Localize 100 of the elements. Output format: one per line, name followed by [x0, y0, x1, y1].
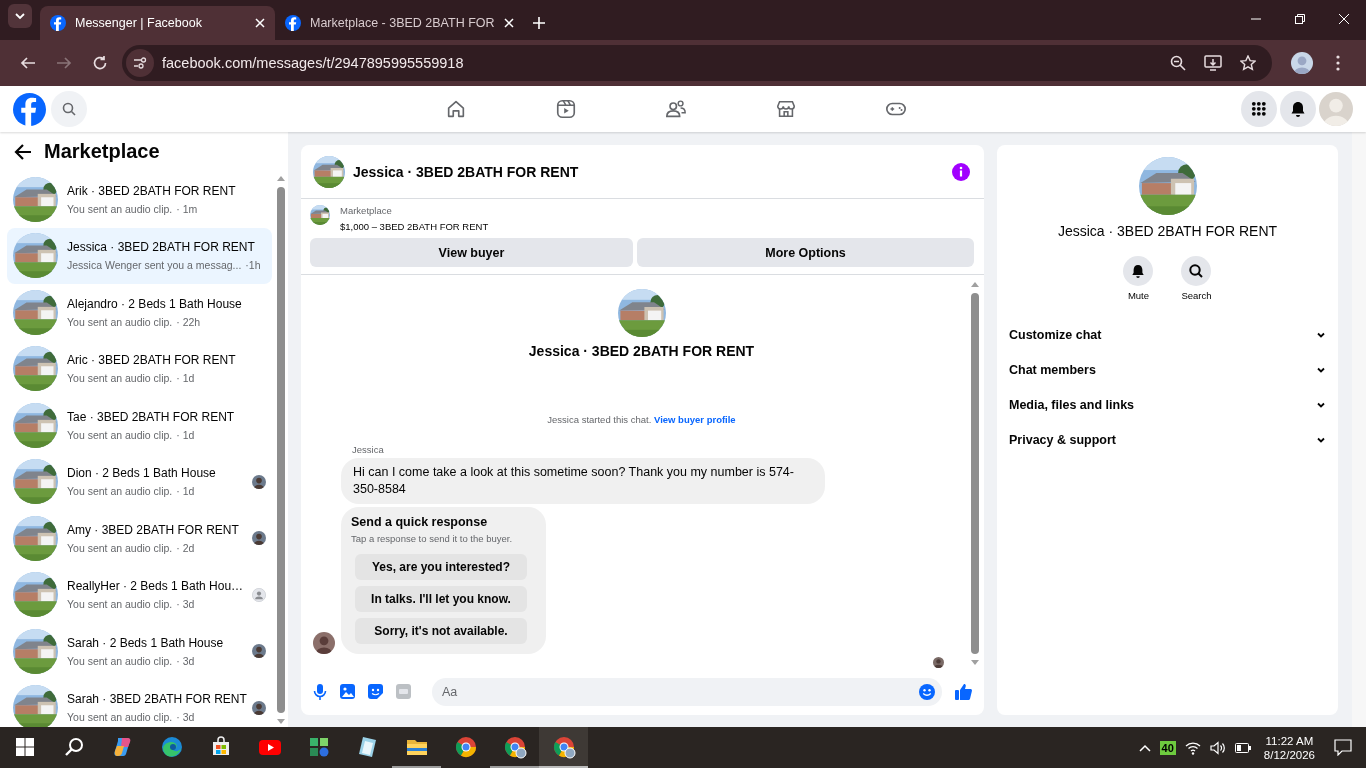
video-icon[interactable] — [555, 98, 577, 120]
emoji-icon[interactable] — [919, 683, 935, 700]
quick-reply-button[interactable]: In talks. I'll let you know. — [355, 586, 527, 612]
conversation-title: Sarah · 2 Beds 1 Bath House — [67, 635, 225, 651]
microphone-icon[interactable] — [313, 683, 327, 700]
chat-notice: Jessica started this chat. View buyer profile — [547, 414, 736, 425]
conversation-title: Arik · 3BED 2BATH FOR RENT — [67, 183, 237, 199]
clock-date[interactable]: 8/12/2026 — [1263, 748, 1315, 761]
close-icon[interactable] — [255, 18, 265, 28]
star-icon[interactable] — [1240, 55, 1256, 71]
message-field[interactable]: Aa — [432, 677, 942, 706]
search-icon — [63, 736, 84, 757]
site-settings-icon[interactable] — [133, 56, 147, 70]
home-icon[interactable] — [445, 98, 467, 120]
browser-icon — [453, 734, 478, 759]
conversation-title: Alejandro · 2 Beds 1 Bath House — [67, 296, 243, 312]
conversation-title: ReallyHer · 2 Beds 1 Bath Hou… — [67, 579, 243, 595]
message-preview: You sent an audio clip. — [67, 202, 173, 215]
zoom-icon[interactable] — [1170, 55, 1186, 71]
timestamp: · 3d — [176, 598, 195, 611]
friends-icon[interactable] — [665, 98, 687, 120]
thumbs-up-icon[interactable] — [955, 683, 972, 700]
wifi-icon[interactable] — [1184, 740, 1201, 755]
store-icon[interactable] — [775, 98, 797, 120]
notifications-button[interactable] — [1280, 91, 1316, 127]
conversation-item[interactable]: Amy · 3BED 2BATH FOR RENT You sent an audio clip. · 2d — [7, 510, 272, 567]
chat-title: Jessica · 3BED 2BATH FOR RENT — [353, 163, 580, 180]
clock-time[interactable]: 11:22 AM — [1265, 734, 1314, 747]
conversation-name: Jessica · 3BED 2BATH FOR RENT — [528, 343, 755, 359]
reload-icon[interactable] — [92, 55, 108, 71]
scrollbar[interactable] — [1352, 132, 1366, 727]
browser-icon — [502, 734, 527, 759]
quick-reply-button[interactable]: Yes, are you interested? — [355, 554, 527, 580]
conversation-item[interactable]: Dion · 2 Beds 1 Bath House You sent an audio clip. · 1d — [7, 453, 272, 510]
message-preview: You sent an audio clip. — [67, 315, 173, 328]
battery-icon[interactable] — [1234, 742, 1251, 753]
timestamp: · 3d — [176, 711, 195, 724]
taskbar-button[interactable] — [539, 727, 588, 768]
browser-tab[interactable]: Messenger | Facebook — [40, 6, 275, 40]
address-bar[interactable]: facebook.com/messages/t/2947895995559918 — [122, 45, 1272, 81]
conversation-title: Jessica · 3BED 2BATH FOR RENT — [67, 240, 256, 256]
message-preview: You sent an audio clip. — [67, 485, 173, 498]
sidebar-title: Marketplace — [44, 140, 160, 163]
battery-badge: 40 — [1159, 740, 1176, 755]
timestamp: · 1d — [176, 428, 195, 441]
conversation-title: Dion · 2 Beds 1 Bath House — [67, 466, 217, 482]
scrollbar-thumb[interactable] — [277, 187, 285, 713]
conversation-item[interactable]: Aric · 3BED 2BATH FOR RENT You sent an audio clip. · 1d — [7, 340, 272, 397]
timestamp: · 22h — [176, 315, 201, 328]
close-icon[interactable] — [503, 18, 514, 28]
notification-icon[interactable] — [1334, 739, 1352, 756]
message-bubble: Hi can I come take a look at this sometime soon? Thank you my number is 574-350-8584 — [341, 458, 825, 504]
volume-icon[interactable] — [1209, 740, 1226, 755]
accordion-row[interactable]: Customize chat — [1009, 317, 1326, 352]
action-button[interactable]: More Options — [637, 238, 974, 267]
logo-icon[interactable] — [285, 15, 301, 31]
browser-tab[interactable]: Marketplace - 3BED 2BATH FOR — [275, 6, 524, 40]
quick-response-title: Send a quick response — [351, 515, 489, 529]
timestamp: · 3d — [176, 654, 195, 667]
scroll-up-icon[interactable] — [970, 281, 980, 287]
search-icon — [62, 102, 76, 116]
scroll-up-icon[interactable] — [276, 175, 286, 181]
conversation-title: Amy · 3BED 2BATH FOR RENT — [67, 522, 240, 538]
conversation-item[interactable]: ReallyHer · 2 Beds 1 Bath Hou… You sent an audio clip. · 3d — [7, 566, 272, 623]
menu-button[interactable] — [1241, 91, 1277, 127]
buyer-profile-link[interactable]: View buyer profile — [654, 414, 736, 425]
accordion-row[interactable]: Chat members — [1009, 352, 1326, 387]
conversation-item[interactable]: Sarah · 2 Beds 1 Bath House You sent an audio clip. · 3d — [7, 623, 272, 680]
info-icon[interactable] — [952, 162, 970, 181]
message-preview: You sent an audio clip. — [67, 654, 173, 667]
search-icon — [1189, 264, 1204, 278]
scroll-down-icon[interactable] — [970, 660, 980, 666]
plus-icon[interactable] — [531, 16, 546, 30]
grid-icon — [1251, 101, 1267, 117]
install-icon[interactable] — [1204, 55, 1222, 71]
message-preview: You sent an audio clip. — [67, 711, 173, 724]
accordion-row[interactable]: Media, files and links — [1009, 387, 1326, 422]
scroll-down-icon[interactable] — [276, 719, 286, 725]
url-text: facebook.com/messages/t/2947895995559918 — [162, 55, 465, 71]
back-arrow-icon[interactable] — [20, 55, 36, 71]
sticker-icon[interactable] — [368, 684, 383, 699]
conversation-item[interactable]: Arik · 3BED 2BATH FOR RENT You sent an audio clip. · 1m — [7, 171, 272, 228]
message-preview: You sent an audio clip. — [67, 428, 173, 441]
tab-search-button[interactable] — [8, 4, 32, 28]
more-menu-icon[interactable] — [1336, 55, 1340, 71]
conversation-item[interactable]: Tae · 3BED 2BATH FOR RENT You sent an audio clip. · 1d — [7, 397, 272, 454]
quick-reply-button[interactable]: Sorry, it's not available. — [355, 618, 527, 644]
sender-name: Jessica — [352, 444, 385, 455]
logo-icon[interactable] — [50, 15, 66, 31]
accordion-row[interactable]: Privacy & support — [1009, 422, 1326, 457]
conversation-item[interactable]: Jessica · 3BED 2BATH FOR RENT Jessica Wenger sent you a messag... ·1h — [7, 227, 272, 284]
conversation-item[interactable]: Alejandro · 2 Beds 1 Bath House You sent an audio clip. · 22h — [7, 284, 272, 341]
conversation-title: Tae · 3BED 2BATH FOR RENT — [67, 409, 236, 425]
image-icon[interactable] — [340, 684, 355, 699]
browser-icon — [551, 734, 576, 759]
chevron-down-icon — [14, 10, 26, 22]
action-button[interactable]: View buyer — [310, 238, 633, 267]
scrollbar-thumb[interactable] — [971, 293, 979, 654]
back-arrow-icon[interactable] — [14, 143, 32, 160]
chevron-up-icon[interactable] — [1138, 743, 1151, 752]
